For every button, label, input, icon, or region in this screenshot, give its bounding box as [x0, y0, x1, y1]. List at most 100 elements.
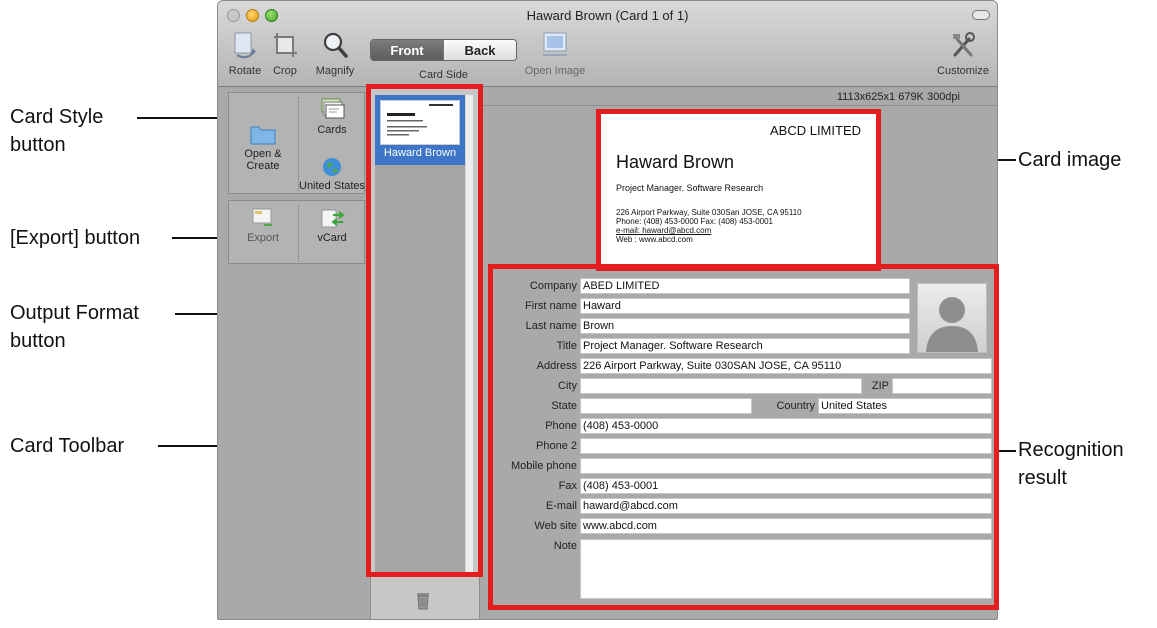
crop-button[interactable]: Crop [268, 29, 302, 77]
email-label: E-mail [545, 500, 577, 512]
magnify-button[interactable]: Magnify [312, 29, 358, 77]
vcard-icon [321, 209, 345, 228]
card-region-button[interactable]: United States [299, 157, 365, 192]
web-site-label: Web site [534, 520, 577, 532]
globe-icon [323, 158, 341, 176]
state-label: State [551, 400, 577, 412]
callout-output-format-button: Output Format button [10, 302, 139, 352]
phone-label: Phone [545, 420, 577, 432]
phone-2-field[interactable] [580, 438, 992, 454]
country-label: Country [776, 400, 815, 412]
fax-label: Fax [558, 480, 577, 492]
trash-icon[interactable] [415, 590, 431, 610]
card-image-email: e-mail: haward@abcd.com [616, 226, 712, 235]
card-thumbnail-name: Haward Brown [383, 147, 457, 159]
zip-field[interactable] [892, 378, 992, 394]
callout-card-toolbar: Card Toolbar [10, 435, 125, 457]
email-field[interactable]: haward@abcd.com [580, 498, 992, 514]
note-field[interactable] [580, 539, 992, 599]
note-label: Note [553, 540, 577, 552]
card-side-label: Card Side [419, 69, 468, 81]
tools-icon [953, 32, 975, 57]
card-image[interactable]: ABCD LIMITED Haward Brown Project Manage… [601, 113, 877, 265]
country-field[interactable]: United States [818, 398, 992, 414]
phone-2-label: Phone 2 [536, 440, 577, 452]
first-name-label: First name [525, 300, 577, 312]
back-side-button[interactable]: Back [443, 40, 516, 60]
title-label: Title [556, 340, 577, 352]
phone-row: Phone [481, 418, 577, 434]
company-field[interactable]: ABED LIMITED [580, 278, 910, 294]
app-window: Haward Brown (Card 1 of 1) Rotate Crop M… [217, 0, 998, 620]
state-field[interactable] [580, 398, 752, 414]
card-thumbnail [380, 100, 460, 145]
first-name-row: First name [481, 298, 577, 314]
window-title: Haward Brown (Card 1 of 1) [526, 8, 689, 23]
customize-button[interactable]: Customize [932, 29, 994, 77]
export-icon [252, 208, 272, 226]
state-row: State [481, 398, 577, 414]
card-list: Haward Brown [375, 95, 465, 577]
mobile-phone-label: Mobile phone [510, 460, 577, 472]
open-image-button[interactable]: Open Image [524, 29, 586, 77]
card-image-company: ABCD LIMITED [769, 123, 861, 138]
address-row: Address [481, 358, 577, 374]
crop-icon [274, 33, 297, 57]
city-label: City [558, 380, 577, 392]
tool-group-export: Export vCard [228, 200, 365, 264]
web-site-field[interactable]: www.abcd.com [580, 518, 992, 534]
cards-icon [321, 98, 345, 119]
card-side-segmented-control: Front Back [370, 39, 517, 61]
phone-field[interactable]: (408) 453-0000 [580, 418, 992, 434]
zip-label: ZIP [871, 380, 889, 392]
callout-card-image: Card image [1018, 149, 1122, 171]
phone-2-row: Phone 2 [481, 438, 577, 454]
open-create-button[interactable]: Open & Create [231, 123, 295, 172]
contact-photo[interactable] [917, 283, 987, 353]
person-silhouette-icon [926, 297, 978, 352]
last-name-label: Last name [525, 320, 577, 332]
company-row: Company [481, 278, 577, 294]
card-image-web: Web : www.abcd.com [616, 235, 693, 244]
company-label: Company [529, 280, 577, 292]
card-list-item[interactable]: Haward Brown [375, 95, 465, 165]
toolbar-toggle-button[interactable] [972, 10, 990, 20]
address-label: Address [536, 360, 577, 372]
callout-export-button: [Export] button [10, 227, 141, 249]
card-style-button[interactable]: Cards [299, 97, 365, 136]
card-tools-panel: Open & Create Cards United States Export… [228, 92, 365, 264]
output-format-button[interactable]: vCard [299, 207, 365, 244]
mobile-phone-row: Mobile phone [481, 458, 577, 474]
card-image-title: Project Manager. Software Research [616, 183, 764, 193]
title-toolbar: Haward Brown (Card 1 of 1) Rotate Crop M… [218, 1, 997, 87]
image-info: 1113x625x1 679K 300dpi [481, 88, 997, 106]
first-name-field[interactable]: Haward [580, 298, 910, 314]
folder-icon [250, 126, 276, 145]
rotate-icon [234, 32, 256, 59]
front-side-button[interactable]: Front [371, 40, 443, 60]
city-field[interactable] [580, 378, 862, 394]
note-row: Note [481, 538, 577, 554]
title-field[interactable]: Project Manager. Software Research [580, 338, 910, 354]
city-row: City [481, 378, 577, 394]
card-image-name: Haward Brown [616, 152, 735, 172]
callout-card-style-button: Card Style button [10, 106, 104, 156]
fax-field[interactable]: (408) 453-0001 [580, 478, 992, 494]
rotate-button[interactable]: Rotate [227, 29, 263, 77]
card-image-address: 226 Airport Parkway, Suite 030San JOSE, … [616, 208, 802, 217]
card-detail-panel: 1113x625x1 679K 300dpi ABCD LIMITED Hawa… [481, 88, 997, 619]
callout-recognition-result: Recognition result [1018, 439, 1124, 489]
card-thumbnail-image [387, 104, 453, 136]
card-toolbar: Haward Brown [370, 88, 480, 619]
last-name-field[interactable]: Brown [580, 318, 910, 334]
callout-line-export [172, 237, 220, 239]
title-row: Title [481, 338, 577, 354]
web-site-row: Web site [481, 518, 577, 534]
export-button[interactable]: Export [231, 207, 295, 244]
email-row: E-mail [481, 498, 577, 514]
fax-row: Fax [481, 478, 577, 494]
card-list-scrollbar[interactable] [465, 95, 473, 577]
mobile-phone-field[interactable] [580, 458, 992, 474]
address-field[interactable]: 226 Airport Parkway, Suite 030SAN JOSE, … [580, 358, 992, 374]
card-image-phone: Phone: (408) 453-0000 Fax: (408) 453-000… [616, 217, 773, 226]
